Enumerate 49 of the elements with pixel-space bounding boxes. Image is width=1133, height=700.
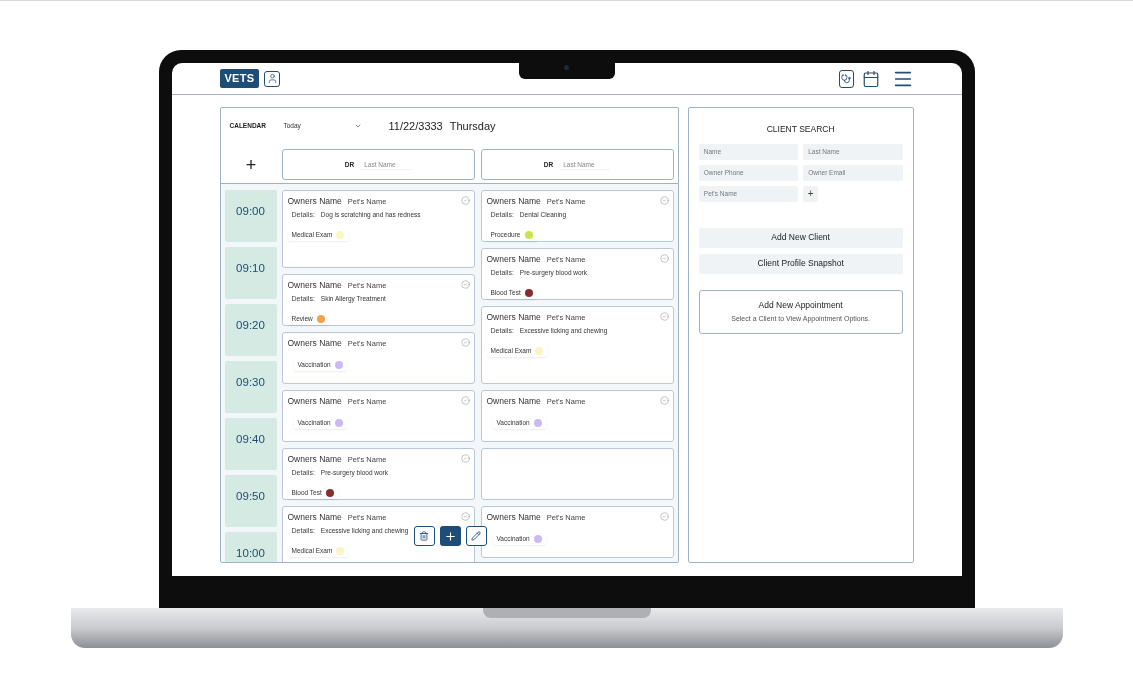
owner-name: Owners Name [287, 337, 342, 350]
medical-document-icon[interactable] [838, 69, 854, 88]
check-icon[interactable] [460, 454, 470, 463]
check-icon[interactable] [460, 396, 470, 405]
owner-name: Owners Name [287, 511, 342, 524]
plus-icon [443, 529, 457, 543]
check-icon[interactable] [460, 512, 470, 521]
check-icon[interactable] [659, 396, 669, 405]
action-button[interactable]: Add New Client [698, 227, 903, 248]
time-slot: 09:30 [224, 361, 277, 413]
check-icon[interactable] [460, 196, 470, 205]
time-slot: 09:40 [224, 418, 277, 470]
add-doctor-button[interactable]: + [220, 149, 282, 181]
calendar-icon[interactable] [861, 69, 880, 88]
edit-button[interactable] [465, 526, 487, 546]
card-title: Add New Appointment [758, 298, 843, 312]
check-icon[interactable] [659, 196, 669, 205]
owner-name: Owners Name [287, 395, 342, 408]
time-slot: 09:50 [224, 475, 277, 527]
chevron-icon [353, 122, 362, 130]
check-icon[interactable] [659, 254, 669, 263]
empty-slot[interactable] [480, 448, 674, 500]
check-icon[interactable] [659, 512, 669, 521]
action-button[interactable]: Client Profile Snapshot [698, 253, 903, 274]
owner-name: Owners Name [287, 195, 342, 208]
user-icon[interactable] [264, 70, 281, 87]
time-slot: 09:00 [224, 190, 277, 242]
owner-name: Owners Name [287, 279, 342, 292]
add-button[interactable] [439, 526, 461, 546]
check-icon[interactable] [460, 338, 470, 347]
trash-icon [419, 531, 429, 541]
weekday: Thursday [449, 118, 496, 134]
date: 11/22/3333 [388, 118, 443, 134]
time-slot: 09:20 [224, 304, 277, 356]
logo[interactable]: VETS [219, 69, 260, 88]
panel-title: CLIENT SEARCH [765, 123, 836, 136]
time-slot: 10:00 [224, 532, 277, 562]
owner-name: Owners Name [486, 311, 541, 324]
owner-name: Owners Name [486, 253, 541, 266]
check-icon[interactable] [659, 312, 669, 321]
time-slot: 09:10 [224, 247, 277, 299]
add-field-button[interactable]: + [803, 185, 819, 202]
owner-name: Owners Name [486, 395, 541, 408]
owner-name: Owners Name [287, 453, 342, 466]
owner-name: Owners Name [486, 195, 541, 208]
owner-name: Owners Name [486, 511, 541, 524]
pencil-icon [471, 531, 481, 541]
check-icon[interactable] [460, 280, 470, 289]
delete-button[interactable] [413, 526, 435, 546]
